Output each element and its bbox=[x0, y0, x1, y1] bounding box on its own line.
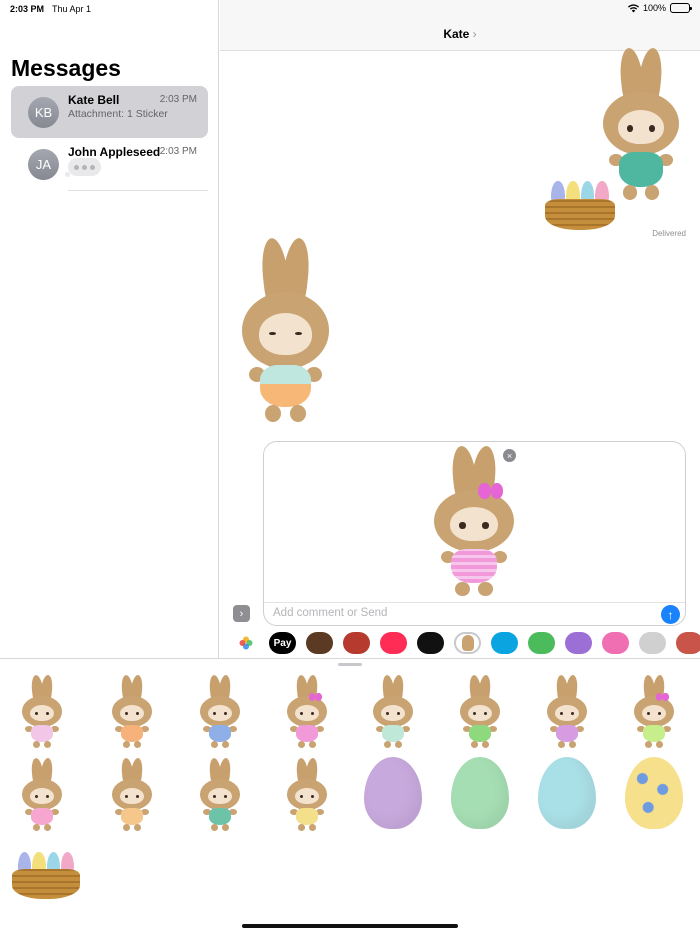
battery-icon bbox=[670, 3, 692, 13]
messages-title: Messages bbox=[11, 55, 121, 81]
sticker-bunny-pink-tutu[interactable] bbox=[16, 757, 68, 834]
sticker-bunny-green-smile[interactable] bbox=[454, 674, 506, 751]
battery-percent: 100% bbox=[642, 3, 666, 13]
sticker-egg-green[interactable] bbox=[451, 757, 509, 829]
apple-pay-app[interactable]: Pay bbox=[269, 632, 296, 654]
sticker-bunny-green-dress[interactable] bbox=[367, 674, 419, 751]
expand-apps-button[interactable]: › bbox=[233, 605, 250, 622]
apple-pay-label: Pay bbox=[273, 637, 292, 649]
sticker-egg-basket[interactable] bbox=[12, 849, 80, 899]
sticker-bunny-orange-mint[interactable] bbox=[106, 757, 158, 834]
status-date: Thu Apr 1 bbox=[52, 4, 92, 14]
conversation-sidebar: Messages KB Kate Bell 2:03 PM Attachment… bbox=[0, 0, 219, 658]
sticker-bunny-tutu-pink[interactable] bbox=[16, 674, 68, 751]
list-separator bbox=[68, 190, 208, 191]
typing-indicator bbox=[65, 158, 101, 177]
sticker-pack-pink[interactable] bbox=[602, 632, 629, 654]
images-search-app[interactable] bbox=[380, 632, 407, 654]
conversation-time: 2:03 PM bbox=[159, 146, 197, 157]
status-right: 100% bbox=[627, 3, 692, 13]
animoji-app[interactable] bbox=[343, 632, 370, 654]
conversation-item-kate-bell[interactable]: KB Kate Bell 2:03 PM Attachment: 1 Stick… bbox=[11, 86, 208, 138]
sticker-bunny-blue-shorts[interactable] bbox=[194, 674, 246, 751]
contact-title: Kate bbox=[443, 27, 470, 41]
status-time: 2:03 PM bbox=[10, 4, 45, 14]
received-sticker-bunny-sleepy[interactable] bbox=[228, 236, 343, 430]
photos-app[interactable] bbox=[232, 632, 259, 654]
sticker-bunny-green-stripes[interactable] bbox=[628, 674, 680, 751]
sticker-pack-grid[interactable] bbox=[639, 632, 666, 654]
sticker-egg-blue[interactable] bbox=[538, 757, 596, 829]
sticker-pack-green[interactable] bbox=[528, 632, 555, 654]
contact-title-button[interactable]: Kate › bbox=[220, 27, 700, 41]
drawer-grabber[interactable] bbox=[338, 663, 362, 666]
sent-sticker-egg-basket bbox=[545, 178, 615, 230]
sticker-bunny-yellow-mint[interactable] bbox=[281, 757, 333, 834]
imessage-app-strip: Pay bbox=[220, 628, 700, 658]
digital-touch-app[interactable] bbox=[417, 632, 444, 654]
sticker-pack-yellow[interactable] bbox=[491, 632, 518, 654]
home-indicator bbox=[242, 924, 458, 928]
avatar: KB bbox=[28, 97, 59, 128]
sticker-bunny-orange-shorts[interactable] bbox=[106, 674, 158, 751]
contact-name: Kate Bell bbox=[68, 93, 120, 107]
sticker-bunny-pink-bow[interactable] bbox=[281, 674, 333, 751]
wifi-icon bbox=[627, 3, 639, 12]
conversation-item-john-appleseed[interactable]: JA John Appleseed 2:03 PM bbox=[11, 138, 208, 190]
conversation-time: 2:03 PM bbox=[159, 94, 197, 105]
sticker-pack-purple[interactable] bbox=[565, 632, 592, 654]
memoji-app[interactable] bbox=[306, 632, 333, 654]
sticker-egg-purple[interactable] bbox=[364, 757, 422, 829]
sticker-pack-flower[interactable] bbox=[676, 632, 700, 654]
sticker-bunny-teal-overalls[interactable] bbox=[194, 757, 246, 834]
delivered-label: Delivered bbox=[652, 229, 686, 238]
contact-name: John Appleseed bbox=[68, 145, 161, 159]
avatar: JA bbox=[28, 149, 59, 180]
sticker-drawer bbox=[0, 658, 700, 934]
sticker-bunny-purple-shorts[interactable] bbox=[541, 674, 593, 751]
sticker-egg-flowers[interactable] bbox=[625, 757, 683, 829]
status-bar: 2:03 PM Thu Apr 1 100% bbox=[0, 0, 700, 18]
bunny-stickers-app[interactable] bbox=[454, 632, 481, 654]
attached-sticker-bunny-pink-bow bbox=[422, 444, 526, 602]
compose-divider bbox=[264, 602, 685, 603]
send-button[interactable]: ↑ bbox=[661, 605, 680, 624]
compose-box: × Add comment or Send ↑ bbox=[263, 441, 686, 626]
message-preview: Attachment: 1 Sticker bbox=[68, 108, 168, 120]
remove-attachment-button[interactable]: × bbox=[503, 449, 516, 462]
chevron-right-icon: › bbox=[472, 27, 477, 41]
message-input[interactable]: Add comment or Send bbox=[273, 607, 387, 619]
